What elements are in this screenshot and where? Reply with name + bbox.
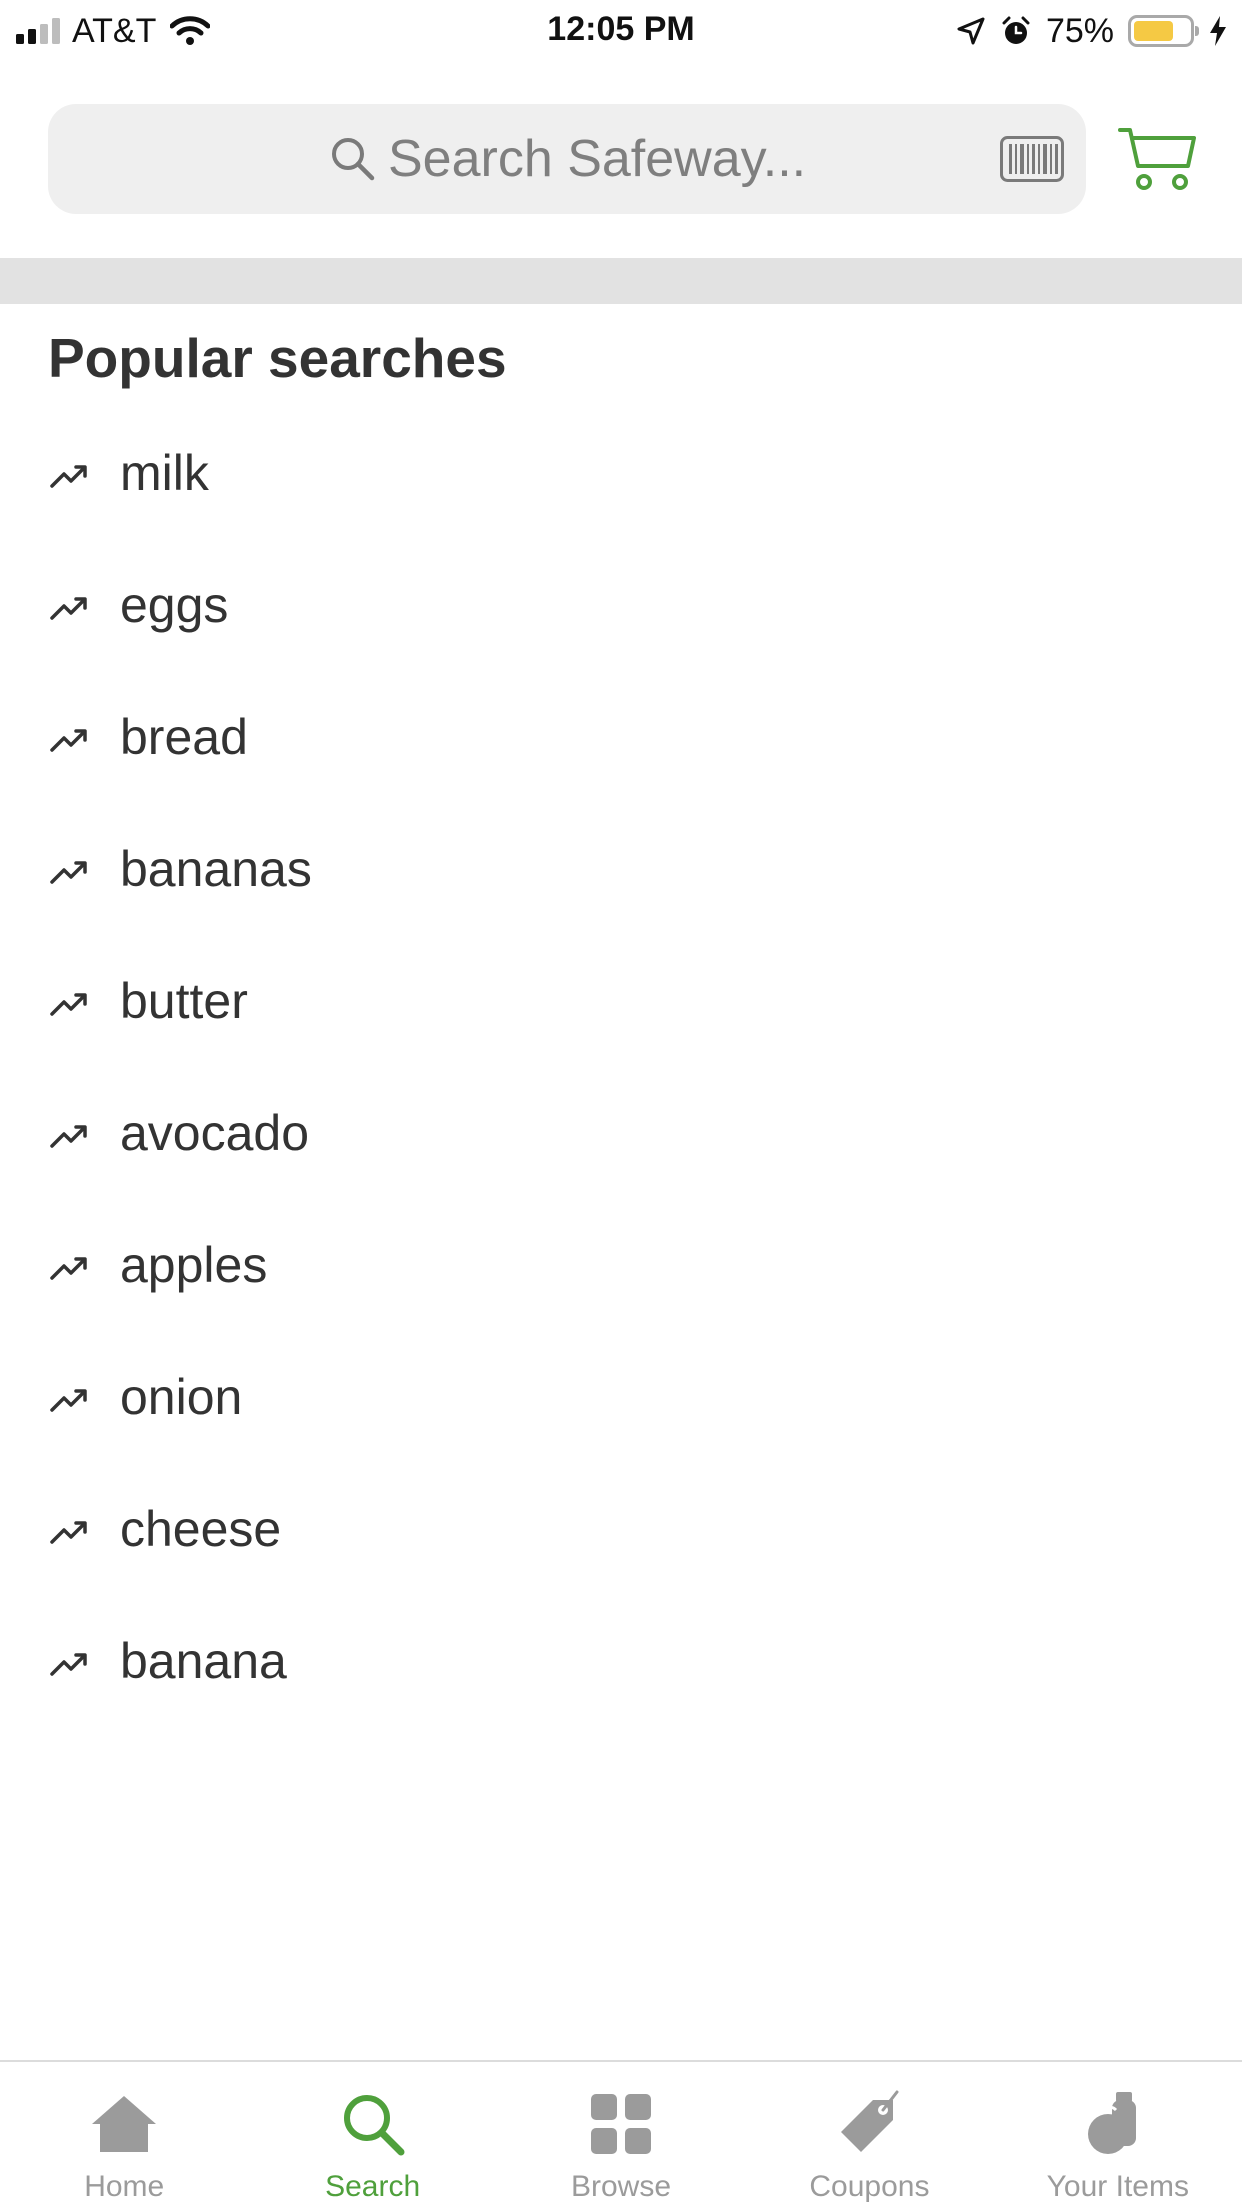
list-item[interactable]: apples — [0, 1216, 1242, 1348]
popular-searches-list: milk eggs bread bananas butter avocado a… — [0, 424, 1242, 1744]
search-input[interactable] — [388, 124, 988, 194]
status-bar: AT&T 12:05 PM 75% — [0, 0, 1242, 62]
screen: AT&T 12:05 PM 75% Search Safeway... Popu… — [0, 0, 1242, 2208]
list-item-label: butter — [120, 973, 248, 1029]
cart-icon[interactable] — [1118, 126, 1198, 192]
trending-up-icon — [50, 465, 87, 488]
list-item-label: avocado — [120, 1105, 310, 1161]
tab-label: Your Items — [1046, 2170, 1189, 2203]
tab-search[interactable]: Search — [248, 2062, 496, 2208]
tab-label: Browse — [570, 2170, 672, 2203]
battery-percent: 75% — [1045, 11, 1114, 50]
popular-searches-title: Popular searches — [48, 327, 507, 389]
trending-up-icon — [50, 729, 87, 752]
list-item[interactable]: eggs — [0, 556, 1242, 688]
trending-up-icon — [50, 597, 87, 620]
list-item-label: banana — [120, 1633, 287, 1689]
battery-icon — [1128, 15, 1199, 47]
search-icon — [343, 2095, 405, 2156]
list-item[interactable]: bread — [0, 688, 1242, 820]
trending-up-icon — [50, 1521, 87, 1544]
grid-icon — [591, 2094, 652, 2154]
tab-your-items[interactable]: Your Items — [994, 2062, 1242, 2208]
list-item-label: milk — [120, 445, 209, 501]
trending-up-icon — [50, 1125, 87, 1148]
header-divider — [0, 258, 1242, 304]
search-bar[interactable] — [48, 104, 1086, 214]
tab-label: Coupons — [809, 2170, 930, 2203]
list-item-label: bread — [120, 709, 248, 765]
tag-icon — [841, 2090, 899, 2152]
list-item-label: onion — [120, 1369, 243, 1425]
list-item-label: cheese — [120, 1501, 282, 1557]
list-item[interactable]: cheese — [0, 1480, 1242, 1612]
location-arrow-icon — [957, 17, 985, 45]
home-icon — [92, 2096, 157, 2152]
tab-browse[interactable]: Browse — [497, 2062, 745, 2208]
list-item[interactable]: onion — [0, 1348, 1242, 1480]
alarm-icon — [1002, 16, 1030, 44]
battery-level-fill — [1134, 21, 1173, 41]
trending-up-icon — [50, 1257, 87, 1280]
trending-up-icon — [50, 861, 87, 884]
search-icon — [332, 138, 375, 181]
barcode-scanner-icon[interactable] — [1000, 136, 1064, 182]
tab-label: Home — [84, 2170, 165, 2203]
trending-up-icon — [50, 1389, 87, 1412]
tab-bar: Home Search Browse Coupons Your Items — [0, 2060, 1242, 2208]
tab-home[interactable]: Home — [0, 2062, 248, 2208]
list-item-label: eggs — [120, 577, 229, 633]
list-item-label: apples — [120, 1237, 268, 1293]
list-item-label: bananas — [120, 841, 312, 897]
tab-label: Search — [325, 2170, 421, 2203]
list-item[interactable]: milk — [0, 424, 1242, 556]
list-item[interactable]: bananas — [0, 820, 1242, 952]
list-item[interactable]: butter — [0, 952, 1242, 1084]
list-item[interactable]: banana — [0, 1612, 1242, 1744]
status-right: 75% — [956, 10, 1228, 52]
charging-bolt-icon — [1210, 16, 1226, 46]
tab-coupons[interactable]: Coupons — [745, 2062, 993, 2208]
apple-icon — [1087, 2092, 1136, 2154]
trending-up-icon — [50, 1653, 87, 1676]
list-item[interactable]: avocado — [0, 1084, 1242, 1216]
trending-up-icon — [50, 993, 87, 1016]
